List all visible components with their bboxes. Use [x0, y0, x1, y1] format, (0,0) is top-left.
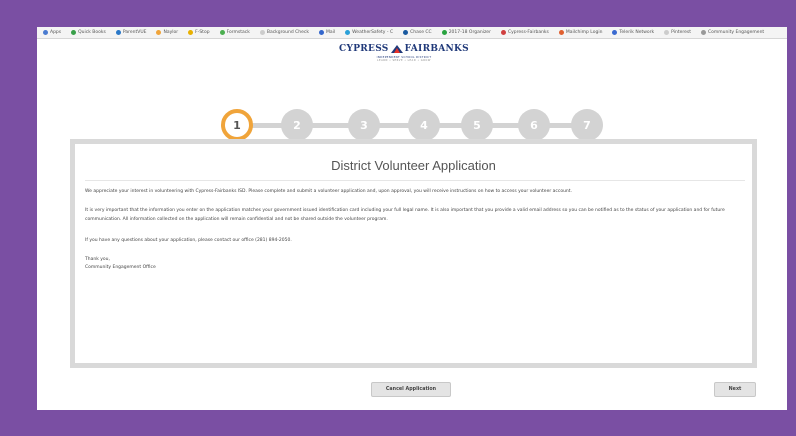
step-number: 6: [530, 118, 538, 132]
content-panel: District Volunteer Application We apprec…: [70, 139, 757, 368]
next-button[interactable]: Next: [714, 382, 756, 397]
step-number: 5: [473, 118, 481, 132]
identification-paragraph: It is very important that the informatio…: [85, 208, 725, 222]
step-number: 1: [233, 118, 241, 132]
step-5-circle: 5: [461, 109, 493, 141]
step-number: 4: [420, 118, 428, 132]
page-title: District Volunteer Application: [331, 158, 496, 173]
step-number: 3: [360, 118, 368, 132]
step-3-circle: 3: [348, 109, 380, 141]
step-7-circle: 7: [571, 109, 603, 141]
step-6-circle: 6: [518, 109, 550, 141]
signoff-office: Community Engagement Office: [85, 265, 156, 270]
step-4-circle: 4: [408, 109, 440, 141]
browser-page: Apps Quick Books ParentVUE Naylor F-Stop Form…: [37, 27, 787, 410]
step-1-circle: 1: [221, 109, 253, 141]
contact-paragraph: If you have any questions about your app…: [85, 238, 292, 243]
step-number: 2: [293, 118, 301, 132]
step-2-circle: 2: [281, 109, 313, 141]
step-number: 7: [583, 118, 591, 132]
intro-paragraph: We appreciate your interest in volunteer…: [85, 189, 572, 194]
title-divider: [85, 180, 745, 181]
cancel-application-button[interactable]: Cancel Application: [371, 382, 451, 397]
